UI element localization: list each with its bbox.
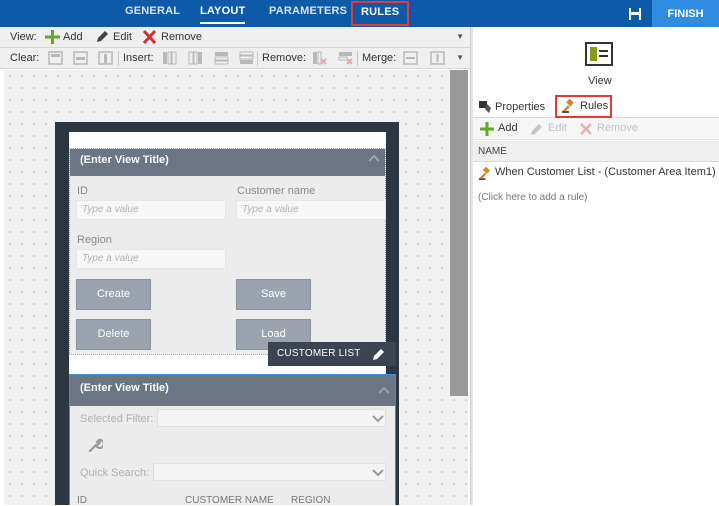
- view-type-label: View: [588, 75, 612, 87]
- pencil-icon[interactable]: [372, 347, 386, 361]
- rule-item-text: When Customer List - (Customer Area Item…: [495, 166, 716, 178]
- toolbar-separator: [357, 51, 358, 66]
- remove-rule-button[interactable]: Remove: [597, 122, 638, 134]
- top-nav-bar: GENERAL LAYOUT PARAMETERS RULES FINISH: [0, 0, 719, 27]
- layout-toolbar: Clear: Insert: Remove: Merge: ▼: [0, 48, 470, 69]
- form-view-title[interactable]: (Enter View Title): [70, 149, 385, 176]
- view-icon: [585, 42, 613, 66]
- tab-layout[interactable]: LAYOUT: [200, 0, 246, 27]
- toolbar-dropdown-icon[interactable]: ▼: [456, 53, 464, 62]
- id-input[interactable]: Type a value: [76, 200, 226, 220]
- tab-rules-panel[interactable]: Rules: [555, 95, 612, 118]
- save-form-button[interactable]: Save: [236, 279, 311, 310]
- tab-properties[interactable]: Properties: [478, 97, 545, 117]
- save-icon[interactable]: [622, 4, 648, 24]
- remove-row-icon[interactable]: [338, 51, 353, 65]
- tab-rules[interactable]: RULES: [351, 1, 410, 26]
- gavel-icon: [478, 167, 491, 181]
- customer-list-tag[interactable]: CUSTOMER LIST: [268, 342, 396, 366]
- tab-general[interactable]: GENERAL: [125, 0, 180, 27]
- add-rule-link[interactable]: (Click here to add a rule): [478, 192, 588, 203]
- tab-rules-panel-label: Rules: [580, 100, 609, 112]
- canvas-scrollbar[interactable]: [450, 70, 468, 396]
- selected-filter-label: Selected Filter:: [80, 413, 154, 425]
- insert-column-left-icon[interactable]: [162, 51, 177, 65]
- column-header-id[interactable]: ID: [77, 495, 87, 506]
- remove-view-button[interactable]: Remove: [161, 31, 202, 43]
- create-button[interactable]: Create: [76, 279, 151, 310]
- remove-icon[interactable]: [579, 122, 593, 136]
- add-rule-button[interactable]: Add: [498, 122, 518, 134]
- toolbar-separator: [257, 51, 258, 66]
- toolbar-dropdown-icon[interactable]: ▼: [456, 32, 464, 41]
- merge-cells-icon[interactable]: [403, 51, 418, 65]
- remove-label: Remove:: [262, 52, 307, 64]
- insert-row-above-icon[interactable]: [214, 51, 229, 65]
- remove-column-icon[interactable]: [312, 51, 327, 65]
- collapse-icon[interactable]: [377, 383, 391, 397]
- chevron-down-icon: [372, 415, 384, 423]
- id-field-label: ID: [77, 185, 88, 197]
- collapse-icon[interactable]: [367, 151, 381, 165]
- edit-rule-button[interactable]: Edit: [548, 122, 567, 134]
- insert-label: Insert:: [123, 52, 154, 64]
- view-toolbar: View: Add Edit Remove ▼: [0, 27, 470, 48]
- customer-name-label: Customer name: [237, 185, 316, 197]
- region-input[interactable]: Type a value: [76, 249, 226, 269]
- edit-view-button[interactable]: Edit: [113, 31, 132, 43]
- tab-properties-label: Properties: [495, 101, 546, 113]
- pencil-icon[interactable]: [530, 122, 544, 136]
- customer-name-input[interactable]: Type a value: [236, 200, 386, 220]
- clear-cell-icon[interactable]: [48, 51, 63, 65]
- properties-icon: [479, 101, 491, 113]
- column-header-region[interactable]: REGION: [291, 495, 330, 506]
- remove-icon[interactable]: [142, 30, 157, 44]
- merge-label: Merge:: [362, 52, 397, 64]
- clear-column-icon[interactable]: [98, 51, 113, 65]
- form-view-title-text: (Enter View Title): [80, 154, 169, 166]
- add-icon[interactable]: [45, 30, 60, 44]
- region-label: Region: [77, 234, 112, 246]
- quick-search-label: Quick Search:: [80, 467, 150, 479]
- merge-rows-icon[interactable]: [430, 51, 445, 65]
- clear-label: Clear:: [10, 52, 40, 64]
- chevron-down-icon: [372, 469, 384, 477]
- add-icon[interactable]: [480, 122, 494, 136]
- selected-filter-dropdown[interactable]: [157, 409, 386, 427]
- list-view-title-text: (Enter View Title): [80, 382, 169, 394]
- gavel-icon: [562, 99, 574, 113]
- list-view-title[interactable]: (Enter View Title): [70, 375, 395, 406]
- rule-item[interactable]: When Customer List - (Customer Area Item…: [478, 166, 716, 182]
- insert-column-right-icon[interactable]: [188, 51, 203, 65]
- add-view-button[interactable]: Add: [63, 31, 83, 43]
- toolbar-separator: [118, 51, 119, 66]
- column-header-customer-name[interactable]: CUSTOMER NAME: [185, 495, 274, 506]
- wrench-icon[interactable]: [87, 437, 103, 453]
- rules-name-header: NAME: [473, 141, 719, 162]
- tab-parameters[interactable]: PARAMETERS: [269, 0, 347, 27]
- finish-button[interactable]: FINISH: [652, 0, 719, 27]
- pencil-icon[interactable]: [95, 30, 110, 44]
- customer-list-tag-label: CUSTOMER LIST: [277, 348, 361, 359]
- view-toolbar-label: View:: [10, 31, 37, 43]
- quick-search-dropdown[interactable]: [153, 463, 386, 481]
- delete-button[interactable]: Delete: [76, 319, 151, 350]
- clear-row-icon[interactable]: [73, 51, 88, 65]
- insert-row-below-icon[interactable]: [239, 51, 254, 65]
